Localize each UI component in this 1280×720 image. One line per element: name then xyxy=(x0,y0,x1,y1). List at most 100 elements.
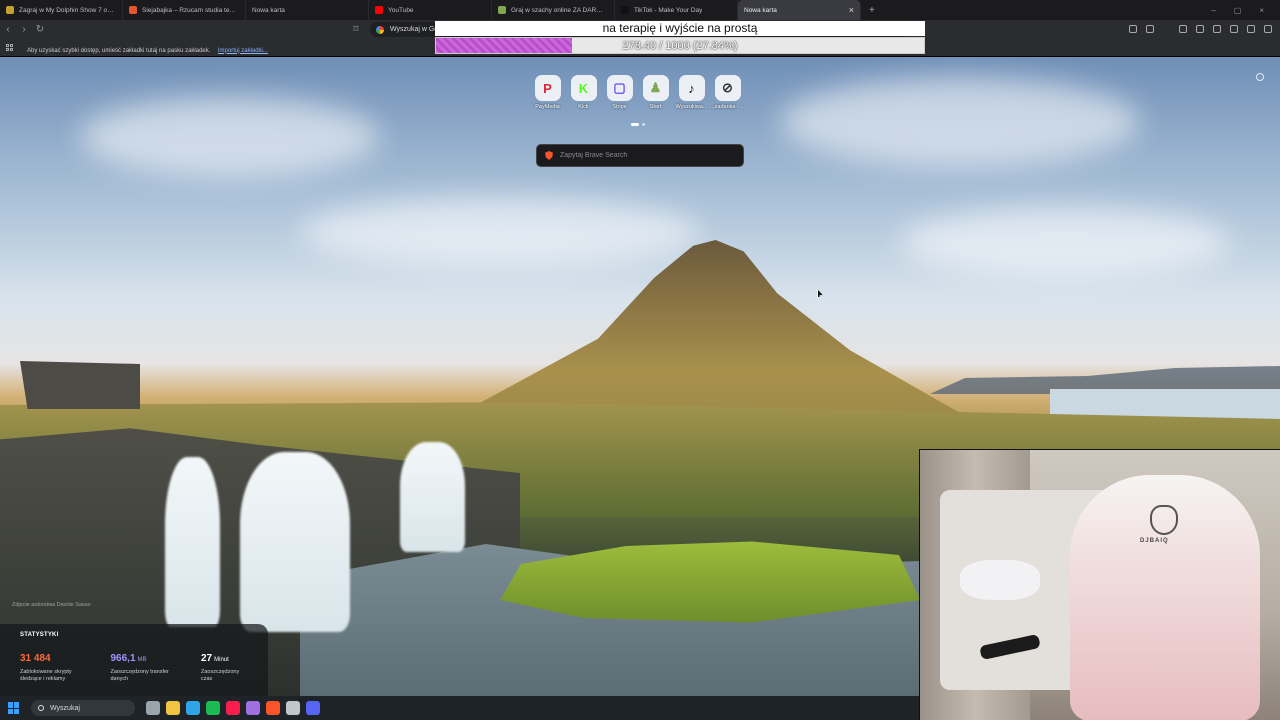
tab-title: Zagraj w My Dolphin Show 7 online xyxy=(19,6,116,14)
tab[interactable]: YouTube xyxy=(369,0,492,20)
top-sites-pager[interactable] xyxy=(631,123,645,126)
top-site-tile[interactable]: K Kick xyxy=(569,75,598,110)
tiktok-icon: ♪ xyxy=(678,75,705,101)
extension-icon[interactable] xyxy=(1129,25,1137,33)
stat-label: Zaoszczędzony transfer danych xyxy=(110,669,169,683)
kick-icon: K xyxy=(570,75,597,101)
stat-unit: MB xyxy=(137,657,147,663)
file-explorer-icon[interactable] xyxy=(166,701,180,715)
close-tab-icon[interactable]: × xyxy=(849,5,854,15)
task-view-icon[interactable] xyxy=(146,701,160,715)
stream-goal-title: na terapię i wyjście na prostą xyxy=(435,21,925,36)
taskbar-search-label: Wyszukaj xyxy=(50,704,80,712)
top-site-label: Start xyxy=(649,104,662,110)
stat-bandwidth: 966,1 MB Zaoszczędzony transfer danych xyxy=(111,648,182,683)
github-desktop-icon[interactable] xyxy=(246,701,260,715)
brave-icon[interactable] xyxy=(266,701,280,715)
stat-trackers: 31 484 Zablokowane skrypty śledzące i re… xyxy=(20,648,91,683)
search-input[interactable] xyxy=(560,152,730,159)
tab[interactable]: Nowa karta xyxy=(246,0,369,20)
top-site-tile[interactable]: ▢ Stripe xyxy=(605,75,634,110)
brave-search-box[interactable] xyxy=(536,144,744,167)
windows-taskbar: Wyszukaj xyxy=(0,696,919,720)
tab-title: Graj w szachy online ZA DARMO – ch xyxy=(511,6,608,14)
tab[interactable]: Graj w szachy online ZA DARMO – ch xyxy=(492,0,615,20)
opera-gx-icon[interactable] xyxy=(226,701,240,715)
top-site-tile[interactable]: P PayMedia xyxy=(533,75,562,110)
minimize-icon[interactable]: – xyxy=(1211,6,1215,15)
stat-value: 966,1 xyxy=(110,653,136,664)
tab-favicon-icon xyxy=(129,6,137,14)
sidebar-icon[interactable] xyxy=(1196,25,1204,33)
leo-icon[interactable] xyxy=(1230,25,1238,33)
paymedia-icon: P xyxy=(534,75,561,101)
mountain xyxy=(430,240,990,430)
top-site-tile[interactable]: ⊘ ...zadanka - ... xyxy=(710,75,745,110)
stat-unit: Minut xyxy=(214,657,229,663)
stat-value: 27 xyxy=(201,653,213,664)
tab-title: Nowa karta xyxy=(744,6,777,14)
vpn-icon[interactable] xyxy=(1247,25,1255,33)
top-site-tile[interactable]: ♟ Start xyxy=(641,75,670,110)
top-site-label: Stripe xyxy=(612,104,627,110)
tab-active[interactable]: Nowa karta × xyxy=(738,0,861,20)
import-bookmarks-link[interactable]: Importuj zakładki... xyxy=(218,48,268,54)
tab-favicon-icon xyxy=(621,6,629,14)
tab[interactable]: Zagraj w My Dolphin Show 7 online xyxy=(0,0,123,20)
settings-icon[interactable] xyxy=(286,701,300,715)
maximize-icon[interactable]: ▢ xyxy=(1234,6,1242,15)
top-sites: P PayMedia K Kick ▢ Stripe ♟ Start ♪ Wyszukiw… xyxy=(533,75,745,110)
tab-favicon-icon xyxy=(498,6,506,14)
back-icon[interactable]: ‹ xyxy=(0,24,16,35)
top-site-label: ...zadanka - ... xyxy=(710,104,745,110)
reload-icon[interactable]: ↻ xyxy=(32,24,48,35)
photo-credit: Zdjęcie autorstwa Davide Sasso xyxy=(12,602,91,608)
gear-icon[interactable] xyxy=(1256,73,1264,81)
top-site-label: Kick xyxy=(578,104,589,110)
generic-site-icon: ⊘ xyxy=(714,75,741,101)
stat-label: Zaoszczędzony czas xyxy=(201,669,240,683)
tab-title: Siejabajka – Rzucam studia tekst pios xyxy=(142,6,239,14)
extension-icon[interactable] xyxy=(1146,25,1154,33)
blanket xyxy=(960,560,1040,600)
taskbar-apps xyxy=(140,701,320,715)
search-icon xyxy=(38,705,44,711)
window-controls: – ▢ × xyxy=(1211,6,1280,15)
stats-title: STATYSTYKI xyxy=(20,632,59,638)
tab-title: Nowa karta xyxy=(252,6,285,14)
wallet-icon[interactable] xyxy=(1213,25,1221,33)
stat-time: 27 Minut Zaoszczędzony czas xyxy=(201,648,248,683)
top-site-label: PayMedia xyxy=(535,104,560,110)
new-tab-button[interactable]: + xyxy=(869,5,875,16)
tab-title: TikTok - Make Your Day xyxy=(634,6,703,14)
tab-title: YouTube xyxy=(388,6,414,14)
stat-value: 31 484 xyxy=(20,653,51,664)
apps-grid-icon[interactable] xyxy=(6,44,13,51)
close-window-icon[interactable]: × xyxy=(1259,6,1264,15)
chess-icon: ♟ xyxy=(642,75,669,101)
spotify-icon[interactable] xyxy=(206,701,220,715)
discord-icon[interactable] xyxy=(306,701,320,715)
webcam-overlay: DJBAIQ xyxy=(919,449,1280,720)
chair-logo-icon xyxy=(1150,505,1178,535)
media-icon[interactable] xyxy=(1179,25,1187,33)
tab[interactable]: TikTok - Make Your Day xyxy=(615,0,738,20)
top-site-label: Wyszukiwa... xyxy=(675,104,708,110)
top-site-tile[interactable]: ♪ Wyszukiwa... xyxy=(675,75,708,110)
menu-icon[interactable] xyxy=(1264,25,1272,33)
extensions-area xyxy=(1129,25,1272,33)
tab-strip: Zagraj w My Dolphin Show 7 online Siejab… xyxy=(0,0,1280,20)
tab-favicon-icon xyxy=(6,6,14,14)
windows-start-icon[interactable] xyxy=(8,702,20,714)
tab-favicon-icon xyxy=(375,6,383,14)
progress-label: 278.40 / 1000 (27.84%) xyxy=(622,40,738,52)
taskbar-search[interactable]: Wyszukaj xyxy=(31,700,135,716)
stats-widget: STATYSTYKI 31 484 Zablokowane skrypty śl… xyxy=(0,624,268,696)
edge-icon[interactable] xyxy=(186,701,200,715)
bridge xyxy=(20,361,140,409)
stripe-icon: ▢ xyxy=(606,75,633,101)
bookmark-icon[interactable]: ⌑ xyxy=(348,24,364,35)
forward-icon[interactable]: › xyxy=(16,24,32,35)
google-icon xyxy=(376,25,384,34)
tab[interactable]: Siejabajka – Rzucam studia tekst pios xyxy=(123,0,246,20)
